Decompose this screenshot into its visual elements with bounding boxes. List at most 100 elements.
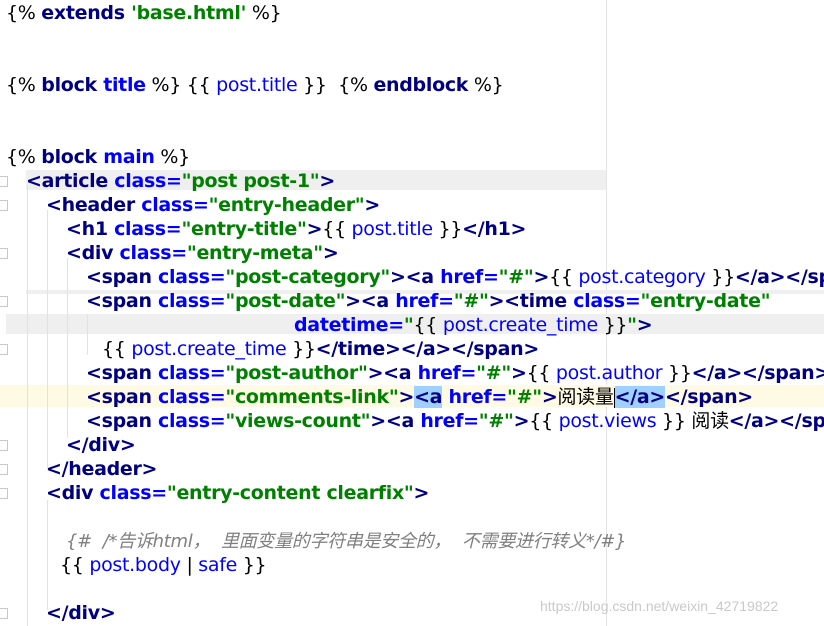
code-line[interactable]: {{ post.body | safe }} (60, 553, 267, 577)
code-token: <span (86, 290, 152, 312)
fold-marker-icon[interactable] (0, 344, 8, 355)
code-token: "post post-1" (181, 170, 320, 192)
code-token: "#" (453, 290, 489, 312)
code-token: endblock (373, 74, 469, 96)
code-token: class= (113, 242, 188, 264)
code-line[interactable]: {% block main %} (6, 145, 190, 169)
code-token: %} (246, 2, 282, 24)
code-line[interactable]: </div> (46, 601, 116, 625)
fold-marker-icon[interactable] (0, 440, 8, 451)
code-token: "comments-link" (225, 386, 399, 408)
code-token: }} (286, 338, 316, 360)
code-token: class= (151, 386, 226, 408)
code-token: ><time (488, 290, 568, 312)
code-token: "post-author" (225, 362, 368, 384)
code-line[interactable]: datetime="{{ post.create_time }}"> (294, 313, 653, 337)
code-token: }} (705, 266, 735, 288)
code-token: </span> (664, 386, 753, 408)
code-line[interactable]: {# /*告诉html， 里面变量的字符串是安全的， 不需要进行转义*/#} (66, 529, 627, 553)
code-token: </header> (46, 458, 158, 480)
code-token: href= (414, 410, 479, 432)
code-token: | (180, 554, 199, 576)
code-token: "#" (476, 362, 511, 384)
code-token: href= (411, 362, 477, 384)
code-token: }} (656, 410, 692, 432)
matched-tag: <a (414, 386, 443, 408)
code-token: class= (151, 410, 226, 432)
code-token: %} {{ (145, 74, 217, 96)
code-line[interactable]: <span class="post-author"><a href="#">{{… (86, 361, 824, 385)
code-line[interactable]: </div> (66, 433, 136, 457)
fold-marker-icon[interactable] (0, 488, 8, 499)
code-line[interactable]: <span class="post-category"><a href="#">… (86, 265, 824, 289)
code-token: post.views (558, 410, 657, 432)
code-editor[interactable]: {% extends 'base.html' %} {% block title … (0, 0, 824, 626)
code-token: <h1 (66, 218, 108, 240)
code-line[interactable]: <h1 class="entry-title">{{ post.title }}… (66, 217, 526, 241)
code-token: 'base.html' (124, 2, 247, 24)
code-token: class= (566, 290, 641, 312)
code-token: </a></span> (691, 362, 824, 384)
indent-guide (47, 500, 48, 610)
code-token: "entry-date" (640, 290, 771, 312)
code-line[interactable]: {{ post.create_time }}</time></a></span> (102, 337, 539, 361)
fold-marker-icon[interactable] (0, 248, 8, 259)
code-token: safe (198, 554, 238, 576)
code-token: {{ (526, 362, 556, 384)
code-token: "post-date" (225, 290, 346, 312)
fold-marker-icon[interactable] (0, 200, 8, 211)
code-token: ><a (390, 266, 434, 288)
code-line[interactable]: {% extends 'base.html' %} (6, 1, 282, 25)
indent-guide (27, 185, 28, 626)
code-token: ><a (370, 410, 414, 432)
code-token: class= (93, 482, 168, 504)
code-token: <header (46, 194, 135, 216)
code-line[interactable]: <article class="post post-1"> (26, 169, 335, 193)
code-token: {{ (102, 338, 132, 360)
code-token: block (41, 74, 97, 96)
code-token: > (322, 242, 339, 264)
code-token: href= (433, 266, 499, 288)
code-line[interactable]: <header class="entry-header"> (46, 193, 380, 217)
code-line[interactable]: <div class="entry-content clearfix"> (46, 481, 429, 505)
fold-marker-icon[interactable] (0, 464, 8, 475)
code-token: %} (468, 74, 504, 96)
code-token: "entry-content clearfix" (166, 482, 414, 504)
code-line[interactable]: </header> (46, 457, 157, 481)
code-token: ><a (345, 290, 389, 312)
code-line[interactable]: <div class="entry-meta"> (66, 241, 339, 265)
code-token: </div> (46, 602, 116, 624)
code-token: href= (442, 386, 508, 408)
code-token: "post-category" (225, 266, 391, 288)
code-token: class= (107, 218, 182, 240)
fold-marker-icon[interactable] (0, 296, 8, 307)
code-token: class= (151, 362, 226, 384)
code-token: "entry-header" (208, 194, 365, 216)
code-token: > (541, 386, 558, 408)
code-token: extends (41, 2, 125, 24)
code-token: > (636, 314, 653, 336)
code-line[interactable]: <span class="views-count"><a href="#">{{… (86, 409, 824, 433)
code-token: {% (6, 2, 42, 24)
code-token: {{ (529, 410, 559, 432)
code-token: class= (107, 170, 182, 192)
code-line[interactable]: {% block title %} {{ post.title }} {% en… (6, 73, 504, 97)
code-token: 阅读量 (557, 386, 614, 408)
code-line[interactable]: <span class="comments-link"><a href="#">… (86, 385, 753, 409)
code-token: class= (134, 194, 209, 216)
code-token: {{ (413, 314, 443, 336)
code-token: <article (26, 170, 108, 192)
code-token: > (510, 362, 527, 384)
code-line[interactable]: <span class="post-date"><a href="#"><tim… (86, 289, 771, 313)
code-token: </a></span> (728, 410, 824, 432)
code-token: "#" (507, 386, 542, 408)
fold-marker-icon[interactable] (0, 176, 8, 187)
code-token: <span (86, 362, 152, 384)
code-token: > (533, 266, 550, 288)
code-token: <span (86, 386, 152, 408)
code-token: title (96, 74, 146, 96)
fold-marker-icon[interactable] (0, 608, 8, 619)
code-token: " (403, 314, 414, 336)
code-token: {% (6, 146, 42, 168)
code-token: "#" (478, 410, 514, 432)
